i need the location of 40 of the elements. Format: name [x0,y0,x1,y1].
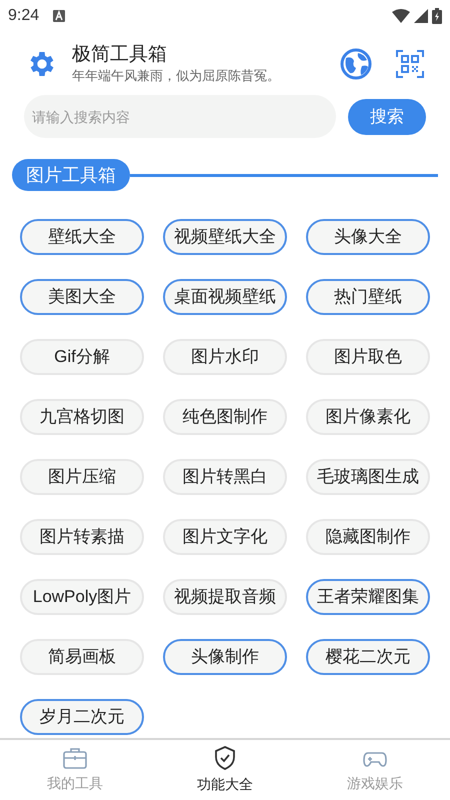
battery-icon [432,8,442,24]
tool-button[interactable]: 图片文字化 [163,519,287,555]
signal-icon [414,9,428,23]
wifi-icon [392,9,410,23]
tool-button[interactable]: 壁纸大全 [20,219,144,255]
tool-button[interactable]: 岁月二次元 [20,699,144,735]
tool-button[interactable]: 视频提取音频 [163,579,287,615]
tool-button[interactable]: 图片压缩 [20,459,144,495]
tool-button[interactable]: 隐藏图制作 [306,519,430,555]
tool-button[interactable]: 纯色图制作 [163,399,287,435]
nav-tab[interactable]: 功能大全 [150,740,300,800]
qr-scan-icon[interactable] [396,50,424,78]
tool-button[interactable]: LowPoly图片 [20,579,144,615]
notification-icon [53,10,66,22]
globe-icon[interactable] [340,48,372,80]
tool-button[interactable]: 头像大全 [306,219,430,255]
tool-button[interactable]: 图片转黑白 [163,459,287,495]
tool-button[interactable]: 图片取色 [306,339,430,375]
tool-button[interactable]: Gif分解 [20,339,144,375]
tool-button[interactable]: 图片像素化 [306,399,430,435]
tool-button[interactable]: 毛玻璃图生成 [306,459,430,495]
tool-button[interactable]: 九宫格切图 [20,399,144,435]
shield-check-icon [214,746,236,770]
search-field[interactable]: 请输入搜索内容 [24,95,336,138]
tool-button[interactable]: 图片转素描 [20,519,144,555]
tool-button[interactable]: 樱花二次元 [306,639,430,675]
tool-button[interactable]: 简易画板 [20,639,144,675]
tool-button[interactable]: 王者荣耀图集 [306,579,430,615]
section-title: 图片工具箱 [12,159,130,191]
briefcase-icon [63,746,87,768]
status-time: 9:24 [8,6,40,26]
app-subtitle: 年年端午风兼雨，似为屈原陈昔冤。 [72,67,281,85]
tool-button[interactable]: 桌面视频壁纸 [163,279,287,315]
tool-button[interactable]: 视频壁纸大全 [163,219,287,255]
tool-button[interactable]: 图片水印 [163,339,287,375]
tool-button[interactable]: 美图大全 [20,279,144,315]
tool-button[interactable]: 热门壁纸 [306,279,430,315]
tool-button[interactable]: 头像制作 [163,639,287,675]
app-title: 极简工具箱 [72,43,168,67]
search-button[interactable]: 搜索 [348,98,426,134]
